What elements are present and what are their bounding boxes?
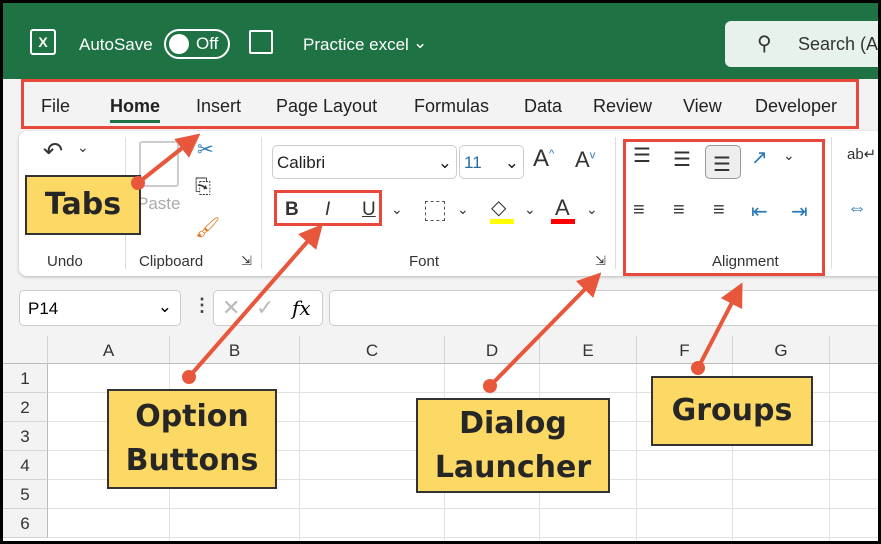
- enter-icon[interactable]: ✓: [256, 295, 274, 321]
- grid-line: [829, 364, 830, 541]
- search-icon: ⚲: [757, 33, 772, 55]
- cut-icon[interactable]: ✂: [197, 137, 214, 162]
- group-font-label: Font: [409, 253, 440, 270]
- grid-line: [636, 364, 637, 541]
- font-dialog-launcher-icon[interactable]: ⇲: [595, 253, 606, 269]
- font-size-select[interactable]: 11 ⌄: [459, 145, 524, 179]
- tab-insert[interactable]: Insert: [196, 96, 241, 117]
- tab-view[interactable]: View: [683, 96, 722, 117]
- autosave-label: AutoSave: [79, 35, 153, 54]
- group-clipboard-label: Clipboard: [139, 253, 204, 270]
- column-header-g[interactable]: G: [733, 336, 830, 364]
- wrap-text-icon[interactable]: ab↵: [847, 145, 876, 163]
- column-header-a[interactable]: A: [48, 336, 170, 364]
- tab-formulas[interactable]: Formulas: [414, 96, 489, 117]
- toggle-state: Off: [196, 34, 219, 53]
- excel-window: X AutoSave Off Practice excel ⌄ ⚲ Search …: [3, 3, 878, 541]
- column-header-h[interactable]: [830, 336, 878, 364]
- insert-function-button[interactable]: fx: [292, 296, 311, 320]
- tab-developer[interactable]: Developer: [755, 96, 837, 117]
- tab-page-layout[interactable]: Page Layout: [276, 96, 377, 117]
- excel-logo-icon: X: [30, 29, 56, 55]
- merge-center-icon[interactable]: ⇔: [847, 197, 867, 220]
- paste-icon[interactable]: [139, 141, 179, 187]
- copy-icon[interactable]: ⎘: [195, 176, 211, 199]
- chevron-down-icon[interactable]: ⌄: [413, 33, 427, 53]
- row-header-4[interactable]: 4: [3, 451, 48, 480]
- autosave-toggle[interactable]: Off: [164, 29, 230, 59]
- row-header-1[interactable]: 1: [3, 364, 48, 393]
- save-icon[interactable]: [249, 30, 273, 54]
- file-name[interactable]: Practice excel: [303, 35, 409, 55]
- callout-dialog-launcher: Dialog Launcher: [416, 398, 610, 493]
- name-box-value: P14: [28, 299, 59, 318]
- row-header-5[interactable]: 5: [3, 480, 48, 509]
- tab-review[interactable]: Review: [593, 96, 652, 117]
- group-undo-label: Undo: [47, 253, 83, 270]
- chevron-down-icon[interactable]: ⌄: [391, 201, 403, 218]
- formula-buttons: ✕ ✓ fx: [213, 290, 323, 326]
- increase-font-size-icon[interactable]: A^: [533, 145, 554, 173]
- search-placeholder: Search (A: [798, 34, 878, 54]
- grid-line: [48, 508, 878, 509]
- column-header-c[interactable]: C: [300, 336, 445, 364]
- grid-line: [48, 537, 878, 538]
- tab-data[interactable]: Data: [524, 96, 562, 117]
- select-all-corner[interactable]: [3, 336, 48, 364]
- clipboard-dialog-launcher-icon[interactable]: ⇲: [241, 253, 252, 269]
- callout-option-buttons: Option Buttons: [107, 389, 277, 489]
- title-bar: X AutoSave Off Practice excel ⌄ ⚲ Search …: [3, 3, 878, 79]
- tab-home[interactable]: Home: [110, 96, 161, 123]
- more-options-icon[interactable]: ⋮: [193, 295, 211, 316]
- format-painter-icon[interactable]: 🖌: [195, 215, 220, 240]
- name-box[interactable]: P14 ⌄: [19, 290, 181, 326]
- chevron-down-icon[interactable]: ⌄: [524, 201, 536, 218]
- callout-tabs: Tabs: [25, 175, 141, 235]
- chevron-down-icon[interactable]: ⌄: [77, 139, 89, 156]
- tab-file[interactable]: File: [41, 96, 70, 117]
- search-box[interactable]: ⚲ Search (A: [725, 21, 878, 67]
- font-name-select[interactable]: Calibri ⌄: [272, 145, 457, 179]
- option-buttons-highlight: [274, 190, 382, 226]
- borders-icon[interactable]: [425, 201, 445, 221]
- fill-color-icon[interactable]: ◇: [491, 195, 506, 220]
- alignment-group-highlight: [623, 139, 825, 276]
- cancel-icon[interactable]: ✕: [222, 295, 240, 321]
- row-header-6[interactable]: 6: [3, 509, 48, 538]
- column-header-e[interactable]: E: [540, 336, 637, 364]
- grid-line: [299, 364, 300, 541]
- chevron-down-icon[interactable]: ⌄: [457, 201, 469, 218]
- column-header-b[interactable]: B: [170, 336, 300, 364]
- chevron-down-icon: ⌄: [157, 297, 172, 316]
- decrease-font-size-icon[interactable]: Av: [575, 147, 595, 173]
- callout-groups: Groups: [651, 376, 813, 446]
- formula-input[interactable]: [329, 290, 878, 326]
- column-header-d[interactable]: D: [445, 336, 540, 364]
- row-header-2[interactable]: 2: [3, 393, 48, 422]
- font-color-icon[interactable]: A: [555, 195, 570, 221]
- paste-label[interactable]: Paste: [137, 194, 180, 214]
- ribbon-tabs: File Home Insert Page Layout Formulas Da…: [21, 79, 859, 129]
- row-header-3[interactable]: 3: [3, 422, 48, 451]
- column-header-f[interactable]: F: [637, 336, 733, 364]
- undo-icon[interactable]: ↶: [43, 137, 63, 166]
- chevron-down-icon[interactable]: ⌄: [586, 201, 598, 218]
